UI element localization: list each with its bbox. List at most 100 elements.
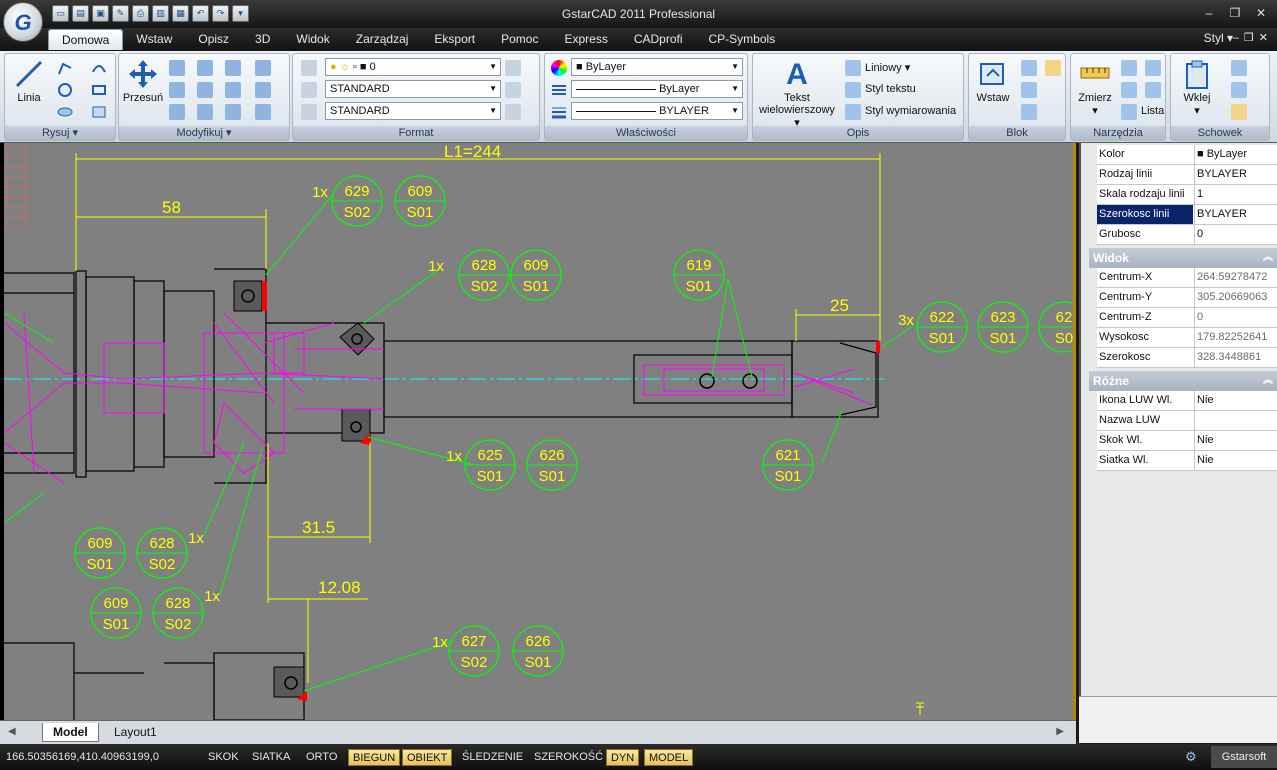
tab-eksport[interactable]: Eksport [421, 29, 488, 50]
tab-pomoc[interactable]: Pomoc [488, 29, 551, 50]
hatch-icon[interactable] [91, 104, 107, 120]
balloon-628c[interactable]: 628 [149, 535, 174, 552]
section-widok[interactable]: Widok ︽ [1089, 248, 1277, 268]
move-button[interactable]: Przesuń [121, 58, 165, 104]
tab-3d[interactable]: 3D [242, 29, 283, 50]
multiline-text-button[interactable]: A Tekst wielowierszowy ▾ [755, 58, 839, 129]
balloon-626[interactable]: 626 [539, 447, 564, 464]
balloon-609d-sub[interactable]: S01 [103, 616, 130, 633]
drawing-canvas[interactable]: L1=244 58 25 31.5 12.08 1x 629 S02 609 S… [0, 143, 1076, 720]
linetype-icon[interactable] [551, 82, 567, 98]
text-style-small-icon[interactable] [845, 82, 861, 98]
prop-row-nazwa-luw[interactable]: Nazwa LUW [1097, 411, 1277, 431]
prop-value[interactable]: 1 [1194, 185, 1277, 204]
minimize-icon[interactable]: – [1199, 4, 1219, 22]
text-style-combo[interactable]: STANDARD ▼ [325, 80, 501, 98]
dim-31-5[interactable]: 31.5 [302, 518, 335, 537]
balloon-628[interactable]: 628 [471, 257, 496, 274]
erase-icon[interactable] [169, 104, 185, 120]
cad-drawing[interactable]: L1=244 58 25 31.5 12.08 1x 629 S02 609 S… [4, 143, 1073, 720]
match-properties-icon[interactable] [1231, 104, 1247, 120]
balloon-622-sub[interactable]: S01 [929, 330, 956, 347]
toggle-orto[interactable]: ORTO [302, 749, 341, 766]
prop-value[interactable]: Nie [1194, 451, 1277, 470]
balloon-619[interactable]: 619 [686, 257, 711, 274]
balloon-628d-sub[interactable]: S02 [165, 616, 192, 633]
dim-style-button[interactable]: Styl wymiarowania [865, 105, 956, 117]
lineweight-icon[interactable] [551, 104, 567, 120]
balloon-628d[interactable]: 628 [165, 595, 190, 612]
balloon-626b-sub[interactable]: S01 [525, 654, 552, 671]
id-point-icon[interactable] [1121, 82, 1137, 98]
balloon-622[interactable]: 622 [929, 309, 954, 326]
tab-express[interactable]: Express [551, 29, 620, 50]
balloon-1-mult[interactable]: 1x [312, 184, 328, 201]
calculator-icon[interactable] [1145, 82, 1161, 98]
prop-value[interactable]: BYLAYER [1194, 165, 1277, 184]
prop-row-skala[interactable]: Skala rodzaju linii 1 [1097, 185, 1277, 205]
arc-icon[interactable] [91, 60, 107, 76]
tab-cadprofi[interactable]: CADprofi [621, 29, 696, 50]
linear-dim-button[interactable]: Liniowy ▾ [865, 61, 910, 74]
balloon-629-sub[interactable]: S02 [344, 204, 371, 221]
block-editor-icon[interactable] [1021, 104, 1037, 120]
balloon-2-mult[interactable]: 1x [428, 258, 444, 275]
prop-row-szerokosc-linii[interactable]: Szerokosc linii BYLAYER [1097, 205, 1277, 225]
prop-row-ikona-luw[interactable]: Ikona LUW Wl. Nie [1097, 391, 1277, 411]
mirror-icon[interactable] [197, 82, 213, 98]
explode-icon[interactable] [197, 104, 213, 120]
balloon-619-sub[interactable]: S01 [686, 278, 713, 295]
ribbon-window-controls[interactable]: –❐✕ [1233, 31, 1273, 44]
balloon-625[interactable]: 625 [477, 447, 502, 464]
toggle-szerokosc[interactable]: SZEROKOŚĆ [530, 749, 607, 766]
lineweight-combo[interactable]: BYLAYER ▼ [571, 102, 743, 120]
balloon-623-sub[interactable]: S01 [990, 330, 1017, 347]
balloon-7-mult[interactable]: 1x [188, 530, 204, 547]
prop-row-wysokosc[interactable]: Wysokosc 179.82252641 [1097, 328, 1277, 348]
tab-widok[interactable]: Widok [283, 29, 342, 50]
tab-opisz[interactable]: Opisz [185, 29, 242, 50]
measure-button[interactable]: Zmierz ▾ [1073, 58, 1117, 117]
text-style-button[interactable]: Styl tekstu [865, 83, 916, 95]
toggle-sledzenie[interactable]: ŚLEDZENIE [458, 749, 527, 766]
prop-value[interactable]: BYLAYER [1194, 205, 1277, 224]
text-style-manager-icon[interactable] [505, 82, 521, 98]
linear-dim-icon[interactable] [845, 60, 861, 76]
balloon-624[interactable]: 62 [1056, 309, 1073, 326]
insert-block-button[interactable]: Wstaw [971, 58, 1015, 104]
balloon-8-mult[interactable]: 1x [204, 588, 220, 605]
array-icon[interactable] [225, 82, 241, 98]
scroll-left-icon[interactable]: ◀ [8, 726, 16, 737]
balloon-609b-sub[interactable]: S01 [523, 278, 550, 295]
tray-settings-icon[interactable]: ⚙ [1185, 749, 1201, 765]
collapse-icon[interactable]: ︽ [1263, 248, 1273, 268]
fillet-icon[interactable] [255, 104, 271, 120]
extend-icon[interactable] [255, 82, 271, 98]
balloon-628-sub[interactable]: S02 [471, 278, 498, 295]
tab-model[interactable]: Model [42, 723, 99, 742]
dim-style-manager-icon[interactable] [505, 104, 521, 120]
prop-row-centrum-z[interactable]: Centrum-Z 0 [1097, 308, 1277, 328]
quick-select-icon[interactable] [1121, 60, 1137, 76]
copy-clip-icon[interactable] [1231, 82, 1247, 98]
panel-rysuj-title[interactable]: Rysuj ▾ [5, 126, 115, 140]
style-menu[interactable]: Styl ▾ [1204, 31, 1233, 45]
paste-button[interactable]: Wklej ▾ [1175, 58, 1219, 117]
panel-modyfikuj-title[interactable]: Modyfikuj ▾ [119, 126, 289, 140]
tab-layout1[interactable]: Layout1 [104, 723, 167, 742]
dim-l1[interactable]: L1=244 [444, 143, 501, 161]
restore-icon[interactable]: ❐ [1225, 4, 1245, 22]
balloon-628c-sub[interactable]: S02 [149, 556, 176, 573]
dim-style-combo[interactable]: STANDARD ▼ [325, 102, 501, 120]
prop-row-centrum-x[interactable]: Centrum-X 264.59278472 [1097, 268, 1277, 288]
create-block-icon[interactable] [1021, 60, 1037, 76]
prop-row-siatka[interactable]: Siatka Wl. Nie [1097, 451, 1277, 471]
balloon-609d[interactable]: 609 [103, 595, 128, 612]
balloon-609b[interactable]: 609 [523, 257, 548, 274]
toggle-siatka[interactable]: SIATKA [248, 749, 294, 766]
balloon-5-mult[interactable]: 1x [446, 448, 462, 465]
offset-icon[interactable] [255, 60, 271, 76]
scroll-right-icon[interactable]: ▶ [1056, 726, 1064, 737]
section-rozne[interactable]: Różne ︽ [1089, 371, 1277, 391]
tab-domowa[interactable]: Domowa [48, 29, 124, 50]
